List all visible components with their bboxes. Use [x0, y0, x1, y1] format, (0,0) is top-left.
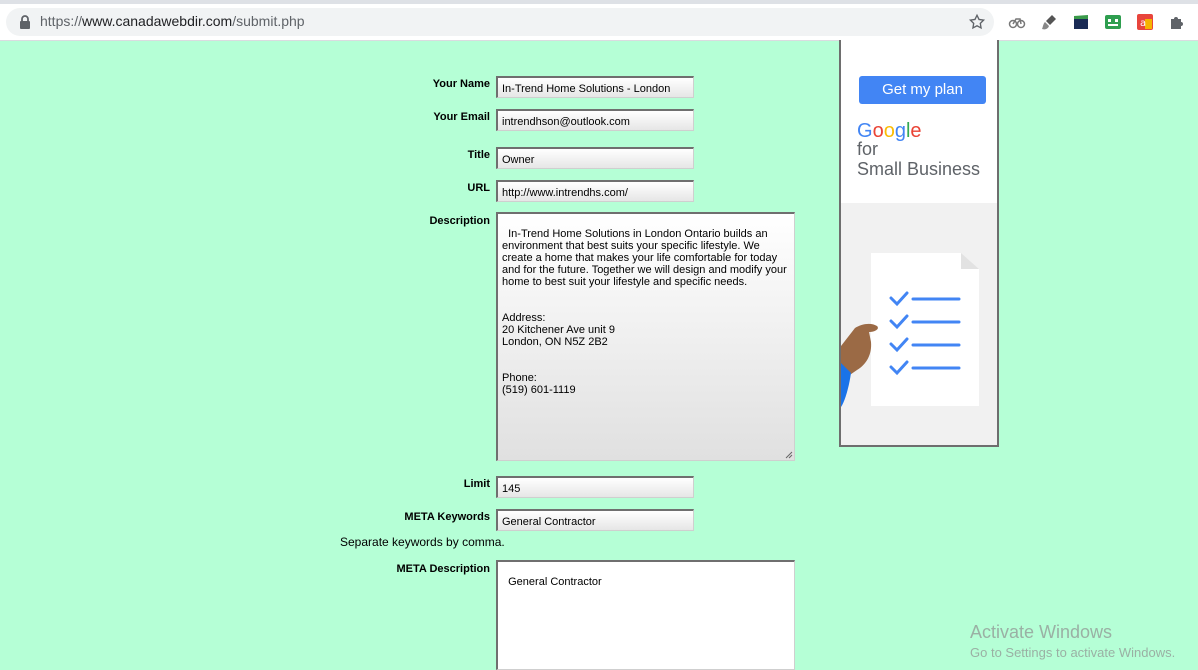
extensions-puzzle-icon[interactable]: [1168, 13, 1186, 31]
title-label: Title: [467, 149, 490, 161]
activate-windows-subtitle: Go to Settings to activate Windows.: [970, 645, 1176, 660]
logo-letter: e: [910, 120, 922, 142]
keywords-hint: Separate keywords by comma.: [340, 535, 505, 549]
email-label: Your Email: [433, 111, 490, 123]
url-scheme: https://: [40, 13, 83, 29]
meta-description-textarea[interactable]: General Contractor: [496, 560, 795, 670]
name-input[interactable]: In-Trend Home Solutions - London: [496, 76, 694, 98]
browser-toolbar: https://www.canadawebdir.com/submit.php …: [0, 4, 1198, 41]
address-url[interactable]: https://www.canadawebdir.com/submit.php: [40, 13, 305, 29]
url-label: URL: [467, 182, 490, 194]
description-text: In-Trend Home Solutions in London Ontari…: [502, 228, 787, 396]
google-ad-banner[interactable]: Get my plan Google for Small Business: [839, 40, 999, 447]
ad-for-text: for: [857, 139, 879, 159]
url-input[interactable]: http://www.intrendhs.com/: [496, 180, 694, 202]
address-bar[interactable]: https://www.canadawebdir.com/submit.php: [6, 8, 994, 36]
url-host: www.canadawebdir.com: [82, 13, 233, 29]
meta-keywords-label: META Keywords: [404, 511, 490, 523]
extension-robot-icon[interactable]: [1104, 13, 1122, 31]
svg-text:a: a: [1140, 18, 1146, 29]
checklist-illustration-icon: [841, 253, 979, 407]
meta-keywords-input[interactable]: General Contractor: [496, 509, 694, 531]
limit-label: Limit: [463, 478, 490, 490]
resize-grip-icon[interactable]: [785, 451, 793, 459]
logo-letter: o: [883, 120, 895, 142]
extension-dictionary-icon[interactable]: a: [1136, 13, 1154, 31]
extension-brush-icon[interactable]: [1040, 13, 1058, 31]
limit-input[interactable]: 145: [496, 476, 694, 498]
meta-description-label: META Description: [396, 563, 490, 575]
ad-small-business-text: Small Business: [857, 159, 981, 179]
logo-letter: g: [894, 120, 906, 142]
get-my-plan-button[interactable]: Get my plan: [859, 76, 986, 104]
extension-clapper-icon[interactable]: [1072, 13, 1090, 31]
ad-header: Get my plan Google for Small Business: [841, 40, 997, 203]
description-textarea[interactable]: In-Trend Home Solutions in London Ontari…: [496, 212, 795, 461]
url-path: /submit.php: [232, 13, 305, 29]
email-input[interactable]: intrendhson@outlook.com: [496, 109, 694, 131]
name-label: Your Name: [432, 78, 490, 90]
bookmark-star-icon[interactable]: [968, 13, 986, 31]
title-input[interactable]: Owner: [496, 147, 694, 169]
lock-icon[interactable]: [18, 14, 32, 30]
description-label: Description: [429, 215, 490, 227]
activate-windows-title: Activate Windows: [970, 622, 1113, 642]
extension-bike-icon[interactable]: [1008, 13, 1026, 31]
meta-description-text: General Contractor: [508, 576, 602, 588]
